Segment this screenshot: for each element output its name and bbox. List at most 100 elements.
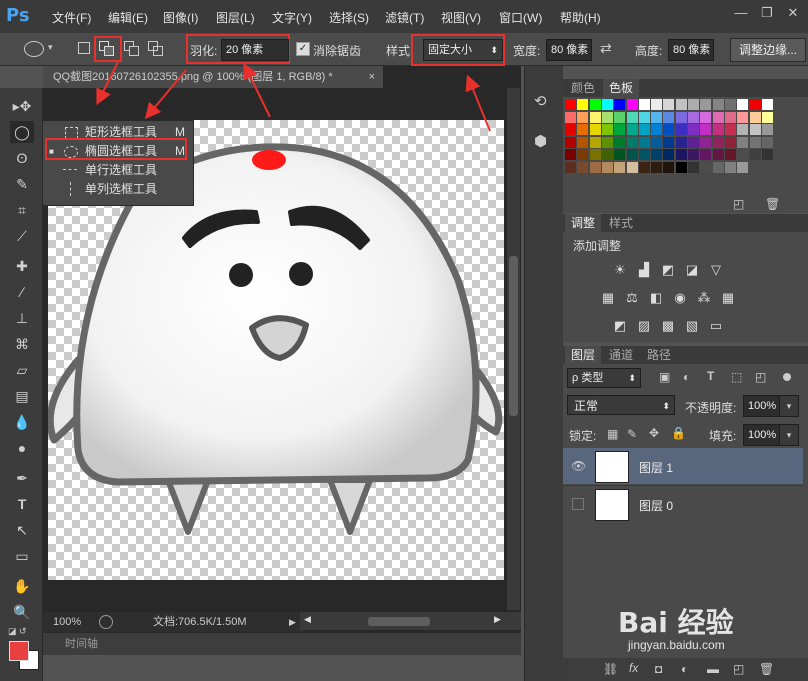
- color-swatch[interactable]: [700, 149, 712, 160]
- color-swatch[interactable]: [737, 124, 749, 135]
- color-swatch[interactable]: [688, 149, 699, 160]
- selective-color-icon[interactable]: ▧: [683, 318, 701, 334]
- 3d-panel-icon[interactable]: ⬢: [534, 132, 547, 150]
- color-swatch[interactable]: [737, 149, 749, 160]
- layer-mask-icon[interactable]: ◘: [655, 662, 662, 676]
- color-swatch[interactable]: [614, 161, 626, 173]
- tab-styles[interactable]: 样式: [603, 214, 639, 232]
- tab-color[interactable]: 颜色: [565, 79, 601, 97]
- color-swatch[interactable]: [601, 149, 613, 160]
- link-layers-icon[interactable]: ⛓: [603, 662, 618, 676]
- color-balance-icon[interactable]: ⚖: [623, 290, 641, 306]
- new-group-icon[interactable]: ▬: [707, 662, 719, 676]
- color-swatch[interactable]: [663, 136, 675, 148]
- color-lookup-icon[interactable]: ▦: [719, 290, 737, 306]
- color-swatch[interactable]: [638, 136, 650, 148]
- color-swatch[interactable]: [589, 124, 601, 135]
- lock-position-icon[interactable]: ✥: [649, 426, 659, 440]
- color-swatch[interactable]: [614, 111, 626, 123]
- color-swatch[interactable]: [589, 149, 601, 160]
- zoom-level[interactable]: 100%: [53, 612, 81, 632]
- posterize-icon[interactable]: ▨: [635, 318, 653, 334]
- layer-kind-filter[interactable]: ρ 类型 ⬍: [567, 368, 641, 388]
- blend-mode-select[interactable]: 正常 ⬍: [567, 395, 675, 415]
- scroll-right-icon[interactable]: ▶: [494, 614, 501, 625]
- vertical-scroll-thumb[interactable]: [509, 256, 518, 416]
- scroll-left-icon[interactable]: ◀: [304, 614, 311, 625]
- color-swatch[interactable]: [565, 149, 576, 160]
- color-swatch[interactable]: [700, 99, 712, 110]
- color-swatch[interactable]: [589, 99, 601, 110]
- photo-filter-icon[interactable]: ◉: [671, 290, 689, 306]
- color-swatch[interactable]: [565, 161, 576, 173]
- vertical-scrollbar[interactable]: [507, 88, 520, 610]
- color-swatch[interactable]: [724, 111, 736, 123]
- color-swatch[interactable]: [761, 111, 773, 123]
- lock-pixels-icon[interactable]: ✎: [627, 427, 637, 441]
- color-swatch[interactable]: [626, 136, 638, 148]
- color-swatch[interactable]: [688, 124, 699, 135]
- color-swatch[interactable]: [638, 161, 650, 173]
- status-info-icon[interactable]: [99, 615, 113, 629]
- color-swatch[interactable]: [577, 136, 589, 148]
- exposure-icon[interactable]: ◪: [683, 262, 701, 278]
- color-swatch[interactable]: [737, 111, 749, 123]
- color-swatch[interactable]: [712, 99, 724, 110]
- invert-icon[interactable]: ◩: [611, 318, 629, 334]
- color-swatch[interactable]: [601, 124, 613, 135]
- color-swatch[interactable]: [712, 161, 724, 173]
- color-swatch[interactable]: [589, 161, 601, 173]
- color-swatch[interactable]: [724, 136, 736, 148]
- lock-transparent-icon[interactable]: ▦: [607, 427, 618, 441]
- new-layer-icon[interactable]: ◰: [733, 662, 744, 676]
- history-panel-icon[interactable]: ⟲: [534, 92, 547, 110]
- color-swatch[interactable]: [749, 111, 761, 123]
- color-swatch[interactable]: [663, 111, 675, 123]
- layer-row-layer-0[interactable]: 图层 0: [563, 485, 803, 522]
- tab-adjustments[interactable]: 调整: [565, 214, 602, 232]
- horizontal-scroll-thumb[interactable]: [368, 617, 430, 626]
- color-swatch[interactable]: [614, 149, 626, 160]
- gradient-map-icon[interactable]: ▭: [707, 318, 725, 334]
- filter-adjustment-icon[interactable]: ◐: [683, 370, 690, 384]
- color-swatch[interactable]: [565, 124, 576, 135]
- color-swatch[interactable]: [675, 136, 687, 148]
- color-swatch[interactable]: [712, 124, 724, 135]
- color-swatch[interactable]: [626, 111, 638, 123]
- color-swatch[interactable]: [626, 99, 638, 110]
- color-swatch[interactable]: [651, 149, 663, 160]
- color-swatch[interactable]: [737, 136, 749, 148]
- color-swatch[interactable]: [675, 99, 687, 110]
- tab-layers[interactable]: 图层: [565, 346, 602, 364]
- color-swatch[interactable]: [761, 99, 773, 110]
- filter-smart-object-icon[interactable]: ◰: [755, 370, 766, 384]
- color-swatch[interactable]: [601, 161, 613, 173]
- filter-type-icon[interactable]: T: [707, 369, 714, 383]
- color-swatch[interactable]: [651, 136, 663, 148]
- color-swatch[interactable]: [688, 136, 699, 148]
- color-swatch[interactable]: [663, 99, 675, 110]
- chevron-down-icon[interactable]: ▾: [779, 395, 799, 417]
- color-swatch[interactable]: [577, 124, 589, 135]
- color-swatch[interactable]: [761, 124, 773, 135]
- lock-all-icon[interactable]: 🔒: [671, 426, 686, 440]
- color-swatch[interactable]: [749, 136, 761, 148]
- brightness-contrast-icon[interactable]: ☀: [611, 262, 629, 278]
- color-swatch[interactable]: [700, 111, 712, 123]
- color-swatch[interactable]: [651, 161, 663, 173]
- color-swatch[interactable]: [601, 99, 613, 110]
- color-swatch[interactable]: [626, 149, 638, 160]
- color-swatch[interactable]: [700, 161, 712, 173]
- color-swatch[interactable]: [589, 136, 601, 148]
- color-swatch[interactable]: [601, 136, 613, 148]
- color-swatch[interactable]: [761, 149, 773, 160]
- color-swatch[interactable]: [663, 149, 675, 160]
- color-swatch[interactable]: [651, 124, 663, 135]
- color-swatch[interactable]: [638, 149, 650, 160]
- color-swatch[interactable]: [638, 124, 650, 135]
- timeline-panel[interactable]: 时间轴: [43, 632, 521, 655]
- delete-swatch-icon[interactable]: 🗑: [765, 197, 780, 211]
- filter-pixel-icon[interactable]: ▣: [659, 370, 670, 384]
- layer-style-icon[interactable]: fx: [629, 661, 638, 675]
- color-swatch[interactable]: [724, 149, 736, 160]
